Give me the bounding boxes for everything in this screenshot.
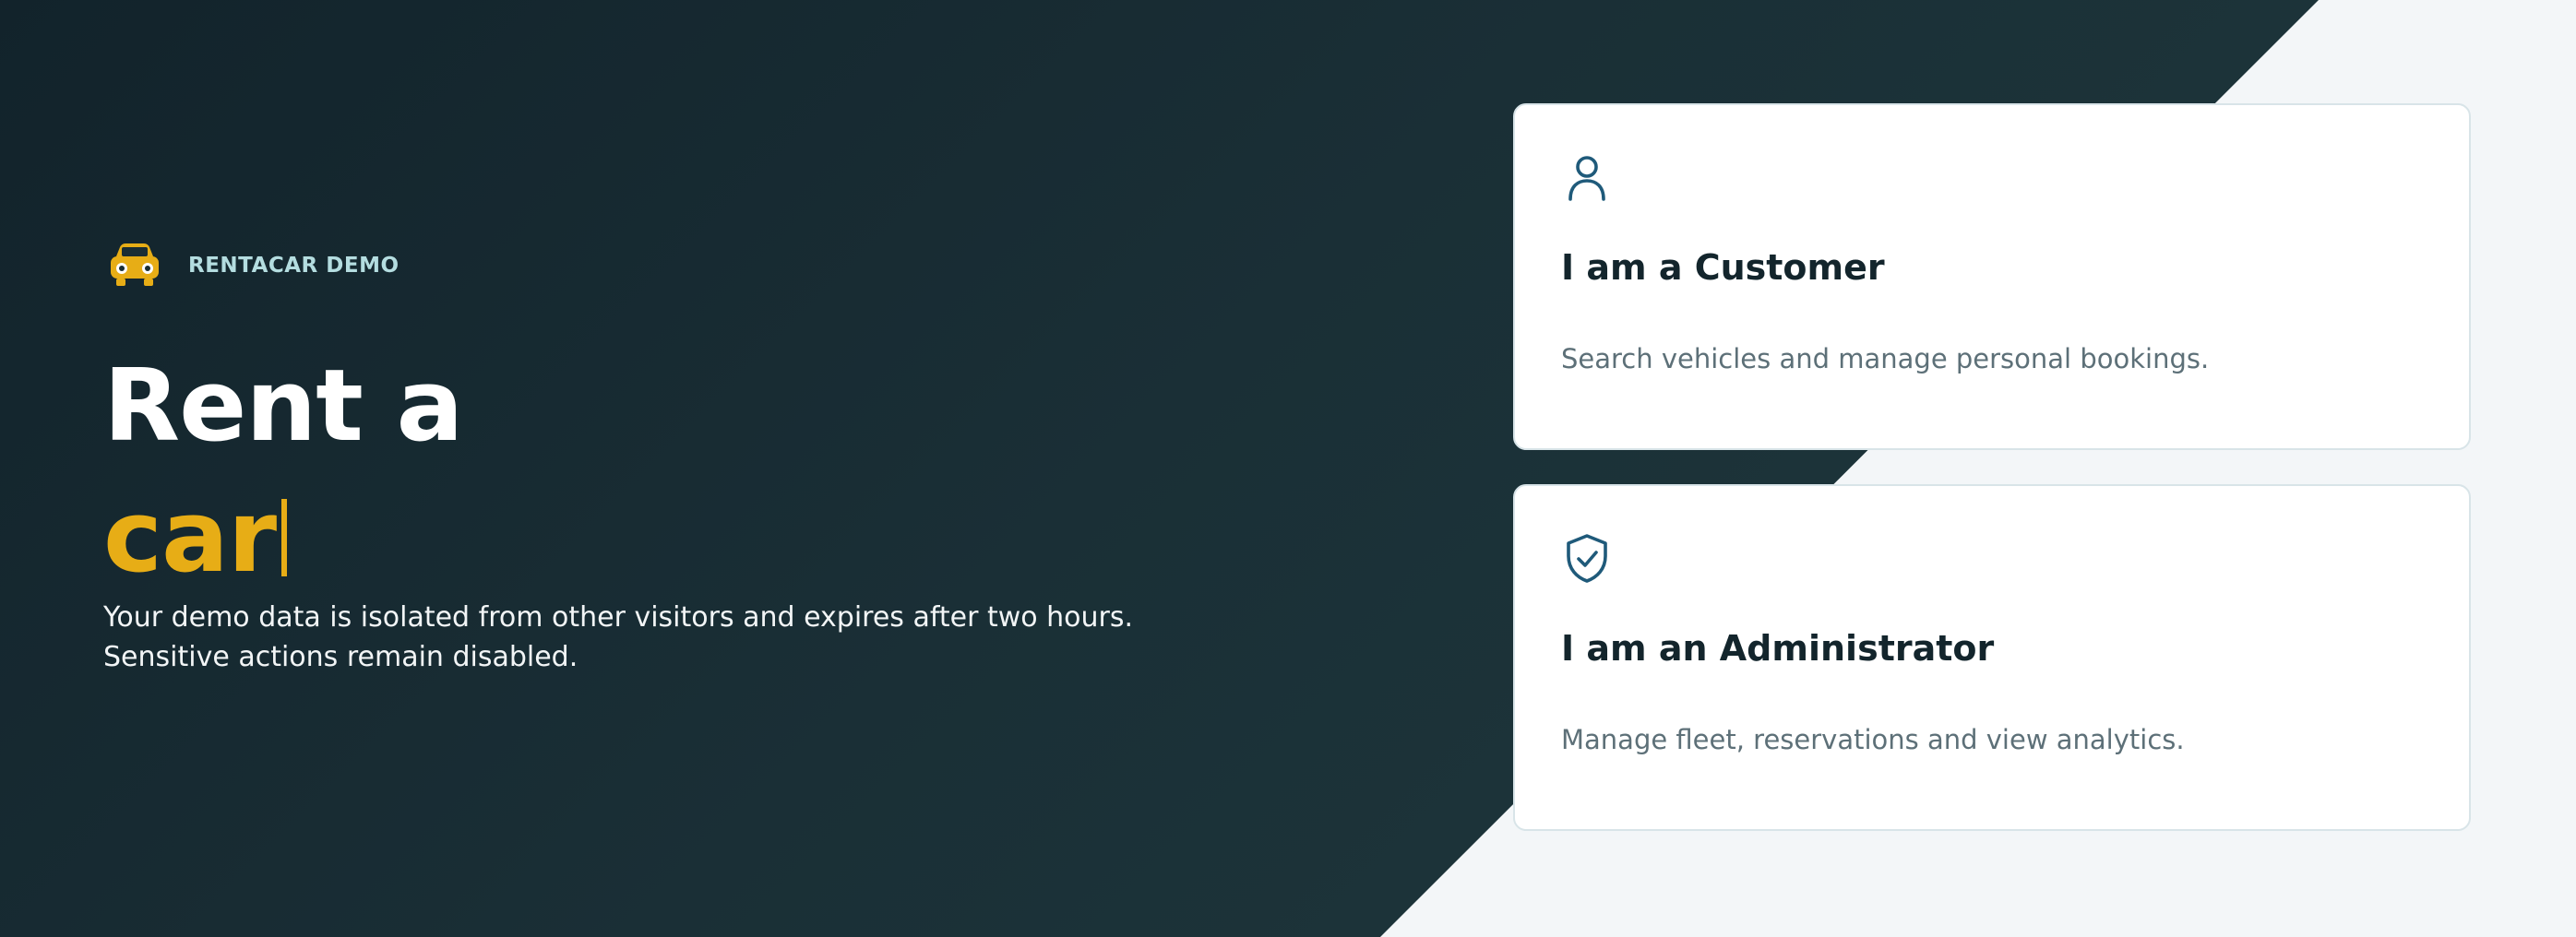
customer-card-title: I am a Customer [1561,247,1885,288]
hero-title-line2: car [103,472,462,603]
user-icon [1568,156,1605,201]
car-icon [111,243,159,286]
landing-page: RENTACAR DEMO Rent a car Your demo data … [0,0,2576,937]
hero-description: Your demo data is isolated from other vi… [103,601,1134,673]
administrator-role-card[interactable]: I am an Administrator Manage fleet, rese… [1513,484,2471,831]
hero-title: Rent a car [103,341,463,603]
hero-title-line1: Rent a [103,349,463,464]
administrator-card-title: I am an Administrator [1561,628,1995,669]
customer-card-description: Search vehicles and manage personal book… [1561,343,2210,374]
brand: RENTACAR DEMO [109,242,400,290]
brand-name: RENTACAR DEMO [188,254,400,278]
hero-title-typed-word: car [103,480,277,595]
administrator-card-description: Manage fleet, reservations and view anal… [1561,724,2185,755]
customer-role-card[interactable]: I am a Customer Search vehicles and mana… [1513,103,2471,450]
shield-check-icon [1567,534,1607,583]
typing-caret [281,499,288,576]
